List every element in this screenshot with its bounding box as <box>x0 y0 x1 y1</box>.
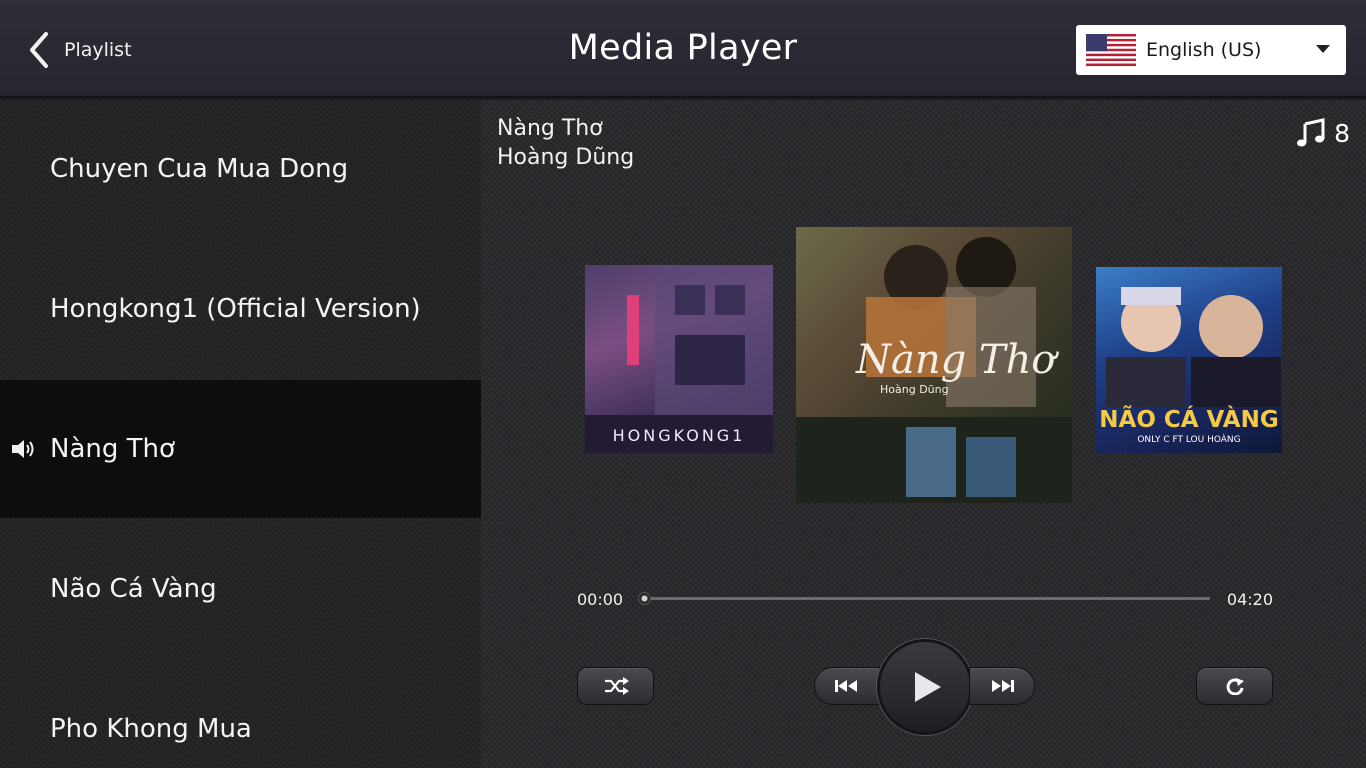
playlist-item-label: Não Cá Vàng <box>50 574 217 604</box>
album-cover-current[interactable]: Nàng Thơ Hoàng Dũng <box>796 227 1072 503</box>
progress-thumb[interactable] <box>638 592 651 605</box>
repeat-icon <box>1226 678 1244 695</box>
progress-bar[interactable] <box>638 592 1210 605</box>
player-panel: Nàng Thơ Hoàng Dũng 8 HONGKONG1 Nàng Thơ… <box>481 100 1366 768</box>
skip-previous-icon <box>835 680 857 692</box>
playlist-item-label: Nàng Thơ <box>50 434 175 464</box>
song-title: Nàng Thơ <box>497 116 603 141</box>
play-icon <box>915 672 941 702</box>
cover-title-left: HONGKONG1 <box>612 426 746 445</box>
album-cover-next[interactable]: NÃO CÁ VÀNG ONLY C FT LOU HOÀNG <box>1096 267 1282 453</box>
playlist-item[interactable]: Hongkong1 (Official Version) <box>0 240 481 378</box>
album-cover-previous[interactable]: HONGKONG1 <box>585 265 773 453</box>
playlist-sidebar: Chuyen Cua Mua Dong Hongkong1 (Official … <box>0 100 481 768</box>
playlist-item[interactable]: Chuyen Cua Mua Dong <box>0 100 481 238</box>
repeat-button[interactable] <box>1196 667 1273 705</box>
shuffle-button[interactable] <box>577 667 654 705</box>
building-illustration <box>585 265 773 453</box>
playlist-item-label: Pho Khong Mua <box>50 714 252 744</box>
speaker-icon <box>12 440 34 458</box>
cover-title-center: Nàng Thơ <box>856 337 1056 383</box>
playlist-item-active[interactable]: Nàng Thơ <box>0 380 481 518</box>
us-flag-icon <box>1086 34 1136 66</box>
music-note-icon <box>1297 118 1325 147</box>
time-total: 04:20 <box>1226 590 1273 609</box>
language-dropdown[interactable]: English (US) <box>1076 25 1346 75</box>
track-count: 8 <box>1296 118 1350 148</box>
chevron-down-icon <box>1316 45 1330 53</box>
playlist-item[interactable]: Pho Khong Mua <box>0 660 481 768</box>
track-count-value: 8 <box>1334 118 1350 148</box>
shuffle-icon <box>604 677 629 695</box>
song-artist: Hoàng Dũng <box>497 145 635 170</box>
playlist-item[interactable]: Não Cá Vàng <box>0 520 481 658</box>
playlist-item-label: Chuyen Cua Mua Dong <box>50 154 349 184</box>
skip-next-icon <box>992 680 1014 692</box>
cover-artist-right: ONLY C FT LOU HOÀNG <box>1137 435 1241 445</box>
playlist-item-label: Hongkong1 (Official Version) <box>50 294 421 324</box>
language-label: English (US) <box>1146 39 1262 61</box>
play-button[interactable] <box>877 639 973 735</box>
header-bar: Playlist Media Player English (US) <box>0 0 1366 98</box>
previous-button[interactable] <box>814 667 880 705</box>
cover-artist-center: Hoàng Dũng <box>880 383 949 396</box>
time-current: 00:00 <box>577 590 624 609</box>
next-button[interactable] <box>969 667 1035 705</box>
cover-title-right: NÃO CÁ VÀNG <box>1099 407 1279 433</box>
